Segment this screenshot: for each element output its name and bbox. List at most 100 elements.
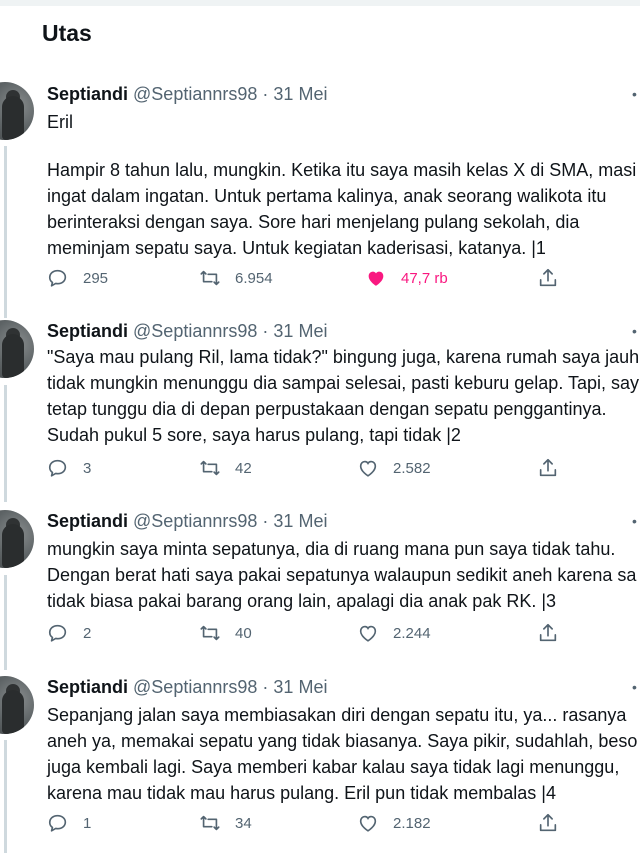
top-bar: [0, 0, 640, 6]
tweet-line: Sudah pukul 5 sore, saya harus pulang, t…: [47, 425, 461, 445]
tweet-date[interactable]: 31 Mei: [273, 677, 327, 697]
heart-icon: [359, 460, 377, 477]
heart-icon: [359, 625, 377, 642]
reply-count: 1: [83, 814, 92, 832]
retweet-button[interactable]: 34: [199, 812, 252, 834]
retweet-button[interactable]: 42: [199, 457, 252, 479]
like-button[interactable]: 2.582: [357, 457, 431, 479]
tweet: Septiandi @Septiannrs98 · 31 Mei Sepanja…: [47, 677, 640, 806]
like-count: 2.582: [393, 459, 431, 477]
heart-icon: [368, 271, 384, 286]
tweet-line: juga kembali lagi. Saya memberi kabar ka…: [47, 757, 620, 777]
tweet-line: aneh ya, memakai sepatu yang tidak biasa…: [47, 731, 638, 751]
tweet-text: Eril Hampir 8 tahun lalu, mungkin. Ketik…: [47, 109, 640, 261]
page-title: Utas: [42, 20, 92, 46]
tweet-header: Septiandi @Septiannrs98 · 31 Mei: [47, 677, 640, 698]
more-icon[interactable]: •: [632, 86, 637, 102]
tweet-actions: 295 6.954 47,7 rb: [47, 267, 587, 295]
reply-count: 295: [83, 269, 109, 287]
author-name[interactable]: Septiandi: [47, 677, 128, 697]
retweet-button[interactable]: 40: [199, 622, 252, 644]
tweet-header: Septiandi @Septiannrs98 · 31 Mei: [47, 511, 640, 532]
share-button[interactable]: [537, 457, 573, 479]
tweet-actions: 2 40 2.244: [47, 622, 587, 650]
tweet-date[interactable]: 31 Mei: [273, 511, 327, 531]
like-count: 2.182: [393, 814, 431, 832]
tweet-header: Septiandi @Septiannrs98 · 31 Mei: [47, 321, 640, 342]
author-handle[interactable]: @Septiannrs98: [133, 321, 257, 341]
share-icon: [539, 623, 557, 642]
share-icon: [539, 268, 557, 287]
tweet-line: "Saya mau pulang Ril, lama tidak?" bingu…: [47, 347, 640, 367]
reply-button[interactable]: 3: [47, 457, 91, 479]
author-handle[interactable]: @Septiannrs98: [133, 677, 257, 697]
heart-icon: [359, 815, 377, 832]
separator: ·: [262, 321, 269, 341]
retweet-icon: [200, 815, 220, 831]
avatar[interactable]: [0, 510, 34, 568]
reply-count: 3: [83, 459, 92, 477]
tweet: Septiandi @Septiannrs98 · 31 Mei Eril Ha…: [47, 84, 640, 261]
reply-button[interactable]: 1: [47, 812, 91, 834]
retweet-count: 34: [235, 814, 252, 832]
reply-icon: [48, 269, 67, 287]
tweet-date[interactable]: 31 Mei: [273, 321, 327, 341]
thread-line: [4, 146, 7, 318]
tweet-actions: 3 42 2.582: [47, 457, 587, 485]
avatar[interactable]: [0, 82, 34, 140]
author-handle[interactable]: @Septiannrs98: [133, 84, 257, 104]
like-button[interactable]: 2.244: [357, 622, 431, 644]
share-button[interactable]: [537, 267, 573, 289]
reply-button[interactable]: 295: [47, 267, 108, 289]
like-button[interactable]: 47,7 rb: [365, 267, 448, 289]
reply-icon: [48, 814, 67, 832]
like-button[interactable]: 2.182: [357, 812, 431, 834]
tweet-date[interactable]: 31 Mei: [273, 84, 327, 104]
tweet-line: tetap tunggu dia di depan perpustakaan d…: [47, 399, 607, 419]
retweet-count: 42: [235, 459, 252, 477]
share-icon: [539, 458, 557, 477]
avatar[interactable]: [0, 320, 34, 378]
tweet-line: Eril: [47, 112, 73, 132]
thread-line: [4, 385, 7, 502]
more-icon[interactable]: •: [632, 513, 637, 529]
tweet-line: tidak biasa pakai barang orang lain, apa…: [47, 591, 557, 611]
tweet-line: meminjam sepatu saya. Untuk kegiatan kad…: [47, 238, 546, 258]
reply-count: 2: [83, 624, 92, 642]
tweet-line: berinteraksi dengan saya. Sore hari menj…: [47, 212, 580, 232]
share-button[interactable]: [537, 622, 573, 644]
separator: ·: [262, 511, 269, 531]
retweet-count: 6.954: [235, 269, 273, 287]
tweet-text: Sepanjang jalan saya membiasakan diri de…: [47, 702, 640, 806]
author-name[interactable]: Septiandi: [47, 511, 128, 531]
tweet-actions: 1 34 2.182: [47, 812, 587, 840]
share-button[interactable]: [537, 812, 573, 834]
tweet-line: ingat dalam ingatan. Untuk pertama kalin…: [47, 186, 607, 206]
tweet: Septiandi @Septiannrs98 · 31 Mei "Saya m…: [47, 321, 640, 448]
tweet-line: tidak mungkin menunggu dia sampai selesa…: [47, 373, 640, 393]
tweet-text: mungkin saya minta sepatunya, dia di rua…: [47, 536, 640, 614]
tweet-header: Septiandi @Septiannrs98 · 31 Mei: [47, 84, 640, 105]
like-count: 2.244: [393, 624, 431, 642]
retweet-button[interactable]: 6.954: [199, 267, 273, 289]
thread-line: [4, 740, 7, 853]
author-name[interactable]: Septiandi: [47, 84, 128, 104]
tweet-line: mungkin saya minta sepatunya, dia di rua…: [47, 539, 616, 559]
reply-button[interactable]: 2: [47, 622, 91, 644]
share-icon: [539, 813, 557, 832]
retweet-icon: [200, 625, 220, 641]
retweet-icon: [200, 270, 220, 286]
retweet-count: 40: [235, 624, 252, 642]
more-icon[interactable]: •: [632, 679, 637, 695]
tweet: Septiandi @Septiannrs98 · 31 Mei mungkin…: [47, 511, 640, 614]
tweet-line: Sepanjang jalan saya membiasakan diri de…: [47, 705, 627, 725]
more-icon[interactable]: •: [632, 323, 637, 339]
author-handle[interactable]: @Septiannrs98: [133, 511, 257, 531]
reply-icon: [48, 624, 67, 642]
avatar[interactable]: [0, 676, 34, 734]
tweet-line: Dengan berat hati saya pakai sepatunya w…: [47, 565, 637, 585]
reply-icon: [48, 459, 67, 477]
tweet-line: Hampir 8 tahun lalu, mungkin. Ketika itu…: [47, 160, 637, 180]
tweet-line: karena mau tidak mau harus pulang. Eril …: [47, 783, 556, 803]
author-name[interactable]: Septiandi: [47, 321, 128, 341]
